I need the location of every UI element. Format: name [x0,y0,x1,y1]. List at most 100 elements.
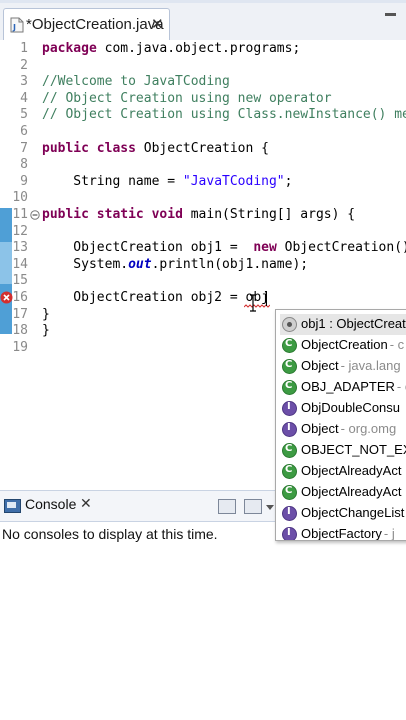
class-icon [282,359,297,374]
proposal-item[interactable]: Object- org.omg [280,419,406,440]
proposal-name: Object [301,358,339,373]
class-icon [282,443,297,458]
proposal-item[interactable]: ObjDoubleConsu [280,398,406,419]
line-number: 6 [20,124,28,139]
interface-icon [282,422,297,437]
code-token: ObjectCreation obj2 = obj [42,290,269,305]
proposal-item[interactable]: ObjectFactory- j [280,524,406,541]
proposal-package: - c [396,379,406,394]
proposal-item[interactable]: ObjectAlreadyAct [280,461,406,482]
code-line[interactable]: } [42,307,50,324]
interface-icon [282,401,297,416]
line-number: 18 [12,323,28,339]
line-number: 15 [12,273,28,289]
proposal-name: ObjDoubleConsu [301,400,401,415]
line-number: 5 [20,107,28,123]
class-icon [282,338,297,353]
code-line[interactable]: //Welcome to JavaTCoding [42,74,230,91]
line-number: 9 [20,173,28,189]
code-token: out [128,256,152,272]
code-line[interactable]: ObjectCreation obj2 = obj [42,290,269,307]
code-line[interactable]: public class ObjectCreation { [42,141,269,158]
code-token: ObjectCreation obj1 = [42,240,254,256]
proposal-label: OBJ_ADAPTER- c [301,379,406,394]
line-number: 1 [20,41,28,56]
proposal-name: ObjectChangeList [301,505,405,520]
code-line[interactable]: // Object Creation using Class.newInstan… [42,107,406,124]
text-cursor-caret [266,291,267,306]
proposal-item[interactable]: ObjectChangeList [280,503,406,524]
class-icon [282,380,297,395]
proposal-package: - org.omg [340,421,397,436]
line-number: 17 [12,306,28,322]
code-token: .println(obj1.name); [151,256,309,272]
pin-console-icon[interactable] [218,499,236,514]
interface-icon [282,527,297,540]
proposal-package: - java.lang [340,358,401,373]
code-token: System. [42,256,129,272]
proposal-label: Object - java.lang [301,358,401,373]
proposal-name: OBJ_ADAPTER [301,379,395,394]
console-icon [4,499,21,513]
editor-change-bar [0,208,12,334]
close-console-icon[interactable]: ✕ [80,495,92,512]
proposal-label: ObjectCreation - c [301,337,404,352]
code-line[interactable]: public static void main(String[] args) { [42,207,355,224]
minimize-icon[interactable] [385,13,396,16]
proposal-package: - j [383,526,395,541]
proposal-label: ObjDoubleConsu [301,400,400,415]
proposal-label: ObjectFactory - j [301,526,395,541]
code-line[interactable]: } [42,323,50,340]
code-token: //Welcome to JavaTCoding [42,74,230,90]
fold-collapse-icon[interactable] [30,210,40,220]
line-number: 10 [12,190,28,206]
code-token: ObjectCreation { [135,140,269,156]
proposal-item[interactable]: ObjectCreation- c [280,335,406,356]
error-icon[interactable] [0,291,13,304]
line-number: 2 [20,57,28,73]
code-token: class [96,140,136,156]
code-line[interactable]: System.out.println(obj1.name); [42,257,308,274]
code-line[interactable]: // Object Creation using new operator [42,91,332,108]
code-line[interactable]: ObjectCreation obj1 = new ObjectCreation… [42,240,406,257]
line-number: 16 [12,290,28,305]
proposal-item[interactable]: obj1 : ObjectCreati [280,314,406,335]
editor-tab-bar: J *ObjectCreation.java ✕ [0,0,406,41]
close-tab-icon[interactable]: ✕ [151,15,164,33]
code-line[interactable]: package com.java.object.programs; [42,41,300,58]
proposal-label: ObjectAlreadyAct [301,484,401,499]
mouse-ibeam-pointer [250,294,256,312]
dropdown-arrow-icon[interactable] [266,505,274,510]
code-line[interactable]: String name = "JavaTCoding"; [42,174,292,191]
proposal-item[interactable]: Object- java.lang [280,356,406,377]
proposal-item[interactable]: OBJECT_NOT_EXIS [280,440,406,461]
proposal-name: ObjectAlreadyAct [301,463,402,478]
editor-tab-objectcreation[interactable]: J *ObjectCreation.java ✕ [3,8,170,41]
proposal-name: Object [301,421,339,436]
svg-text:J: J [12,23,16,32]
proposal-name: obj1 : ObjectCreati [301,316,406,331]
proposal-item[interactable]: ObjectAlreadyAct [280,482,406,503]
code-token: String name = [42,173,183,189]
blank-area [0,550,406,720]
line-number: 8 [20,157,28,173]
proposal-name: ObjectCreation [301,337,388,352]
proposal-label: obj1 : ObjectCreati [301,316,406,331]
line-number: 19 [12,339,28,355]
line-number: 7 [20,140,28,156]
proposal-name: ObjectAlreadyAct [301,484,402,499]
proposal-item[interactable]: OBJ_ADAPTER- c [280,377,406,398]
code-token: // Object Creation using Class.newInstan… [42,107,406,123]
interface-icon [282,506,297,521]
content-assist-popup[interactable]: obj1 : ObjectCreatiObjectCreation- cObje… [275,309,406,541]
proposal-name: ObjectFactory [301,526,382,541]
line-number: 3 [20,74,28,90]
proposal-label: OBJECT_NOT_EXIS [301,442,406,457]
line-number: 11 [12,207,28,222]
class-icon [282,464,297,479]
display-console-icon[interactable] [244,499,262,514]
proposal-label: ObjectChangeList [301,505,404,520]
